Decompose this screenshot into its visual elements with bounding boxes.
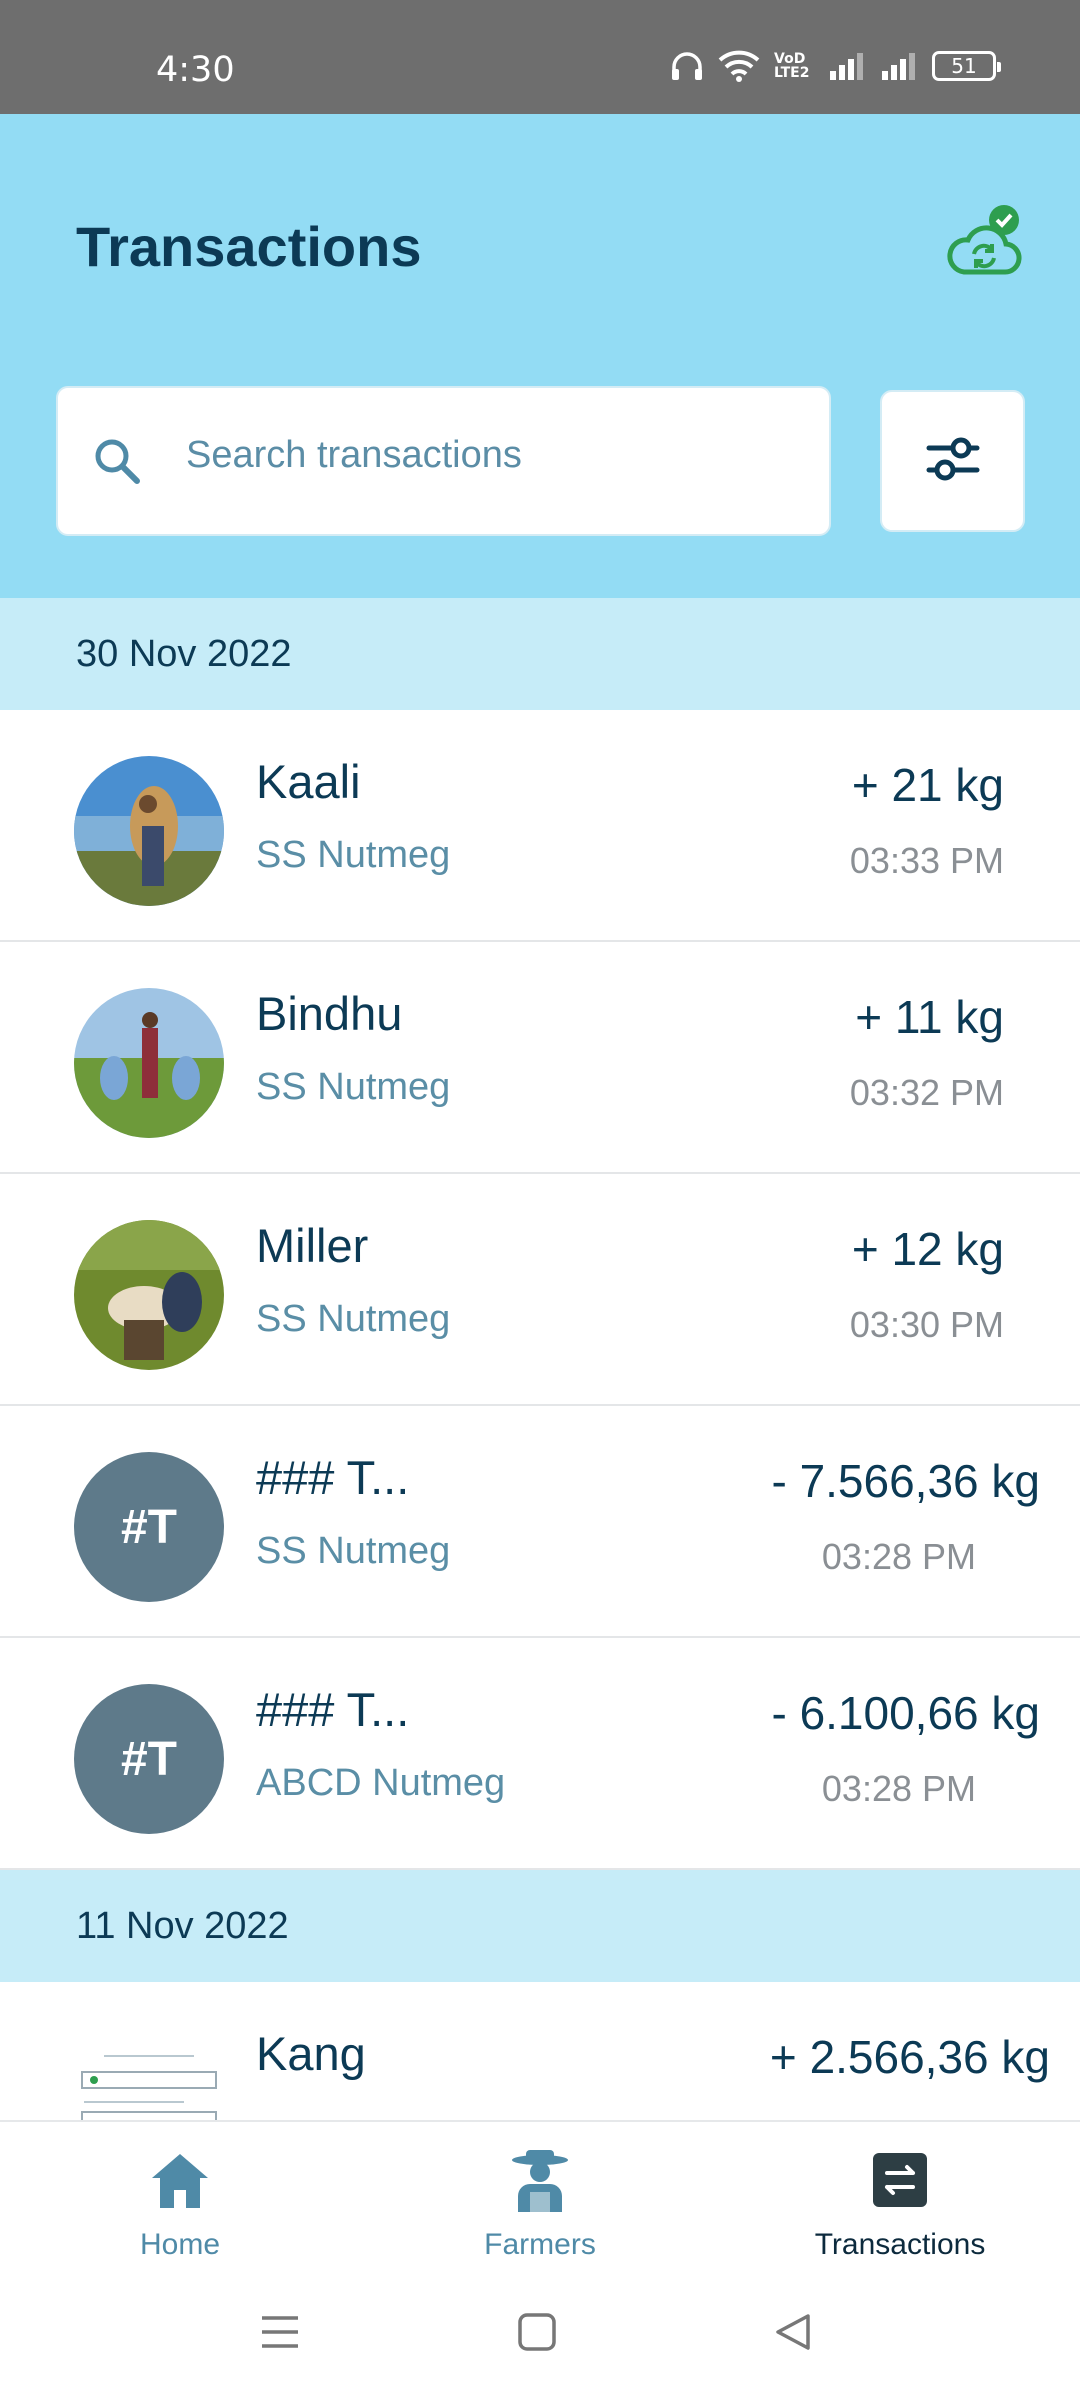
transaction-time: 03:28 PM [821,1536,976,1577]
search-input[interactable] [186,434,786,477]
farmer-name: Kang [256,2027,366,2080]
transactions-list[interactable]: 30 Nov 2022 Kaali SS Nutmeg + 21 kg 03:3… [0,598,1080,2120]
nav-farmers[interactable]: Farmers [390,2122,690,2282]
search-box[interactable] [56,386,831,536]
battery-icon: 51 [932,51,1001,81]
transaction-time: 03:28 PM [821,1768,976,1809]
product-name: SS Nutmeg [256,1298,451,1340]
avatar [74,2028,224,2120]
app-header: Transactions [0,114,1080,598]
avatar [74,1220,224,1370]
amount: - 7.566,36 kg [771,1455,1040,1507]
product-name: SS Nutmeg [256,1530,451,1572]
farmer-icon [510,2146,570,2214]
transaction-time: 03:30 PM [849,1304,1004,1345]
status-time: 4:30 [156,50,235,90]
nav-label: Transactions [814,2228,986,2261]
transactions-icon [871,2146,929,2214]
headphones-icon [670,51,704,81]
system-nav [0,2280,1080,2400]
nav-transactions[interactable]: Transactions [750,2122,1050,2282]
farmer-name: ### T... [256,1683,410,1736]
transaction-time: 03:33 PM [849,840,1004,881]
nav-label: Home [139,2228,221,2261]
filter-button[interactable] [880,390,1025,532]
status-bar: 4:30 VoD LTE2 51 [0,0,1080,114]
page-title: Transactions [76,215,422,278]
amount: + 21 kg [851,759,1004,811]
bottom-nav: Home Farmers Transactions [0,2120,1080,2280]
transaction-row-t1[interactable]: #T ### T... SS Nutmeg - 7.566,36 kg 03:2… [0,1406,1080,1638]
amount: + 12 kg [851,1223,1004,1275]
network-type-label: VoD LTE2 [774,51,810,81]
product-name: SS Nutmeg [256,834,451,876]
nav-home[interactable]: Home [30,2122,330,2282]
wifi-icon [718,50,760,82]
avatar-initials: #T [74,1684,224,1834]
date-header: 11 Nov 2022 [0,1870,1080,1982]
transaction-row-miller[interactable]: Miller SS Nutmeg + 12 kg 03:30 PM [0,1174,1080,1406]
signal-1-icon [828,51,866,81]
home-icon [148,2146,212,2214]
avatar [74,756,224,906]
nav-label: Farmers [484,2228,596,2261]
cloud-sync-check-icon[interactable] [944,204,1024,284]
square-icon[interactable] [515,2310,559,2359]
transaction-row-kang[interactable]: Kang + 2.566,36 kg [0,1982,1080,2120]
signal-2-icon [880,51,918,81]
product-name: SS Nutmeg [256,1066,451,1108]
sliders-icon [925,434,981,489]
amount: - 6.100,66 kg [771,1687,1040,1739]
transaction-row-kaali[interactable]: Kaali SS Nutmeg + 21 kg 03:33 PM [0,710,1080,942]
avatar [74,988,224,1138]
transaction-time: 03:32 PM [849,1072,1004,1113]
avatar-initials: #T [74,1452,224,1602]
transaction-row-t2[interactable]: #T ### T... ABCD Nutmeg - 6.100,66 kg 03… [0,1638,1080,1870]
transaction-row-bindhu[interactable]: Bindhu SS Nutmeg + 11 kg 03:32 PM [0,942,1080,1174]
status-icons: VoD LTE2 51 [670,50,1001,82]
battery-level: 51 [951,54,977,78]
back-icon[interactable] [772,2310,816,2359]
search-icon [92,436,142,491]
farmer-name: Kaali [256,755,361,808]
farmer-name: ### T... [256,1451,410,1504]
farmer-name: Bindhu [256,987,403,1040]
menu-icon[interactable] [258,2310,302,2359]
product-name: ABCD Nutmeg [256,1762,506,1804]
farmer-name: Miller [256,1219,369,1272]
date-header: 30 Nov 2022 [0,598,1080,710]
amount: + 11 kg [855,991,1004,1043]
amount: + 2.566,36 kg [769,2031,1050,2083]
